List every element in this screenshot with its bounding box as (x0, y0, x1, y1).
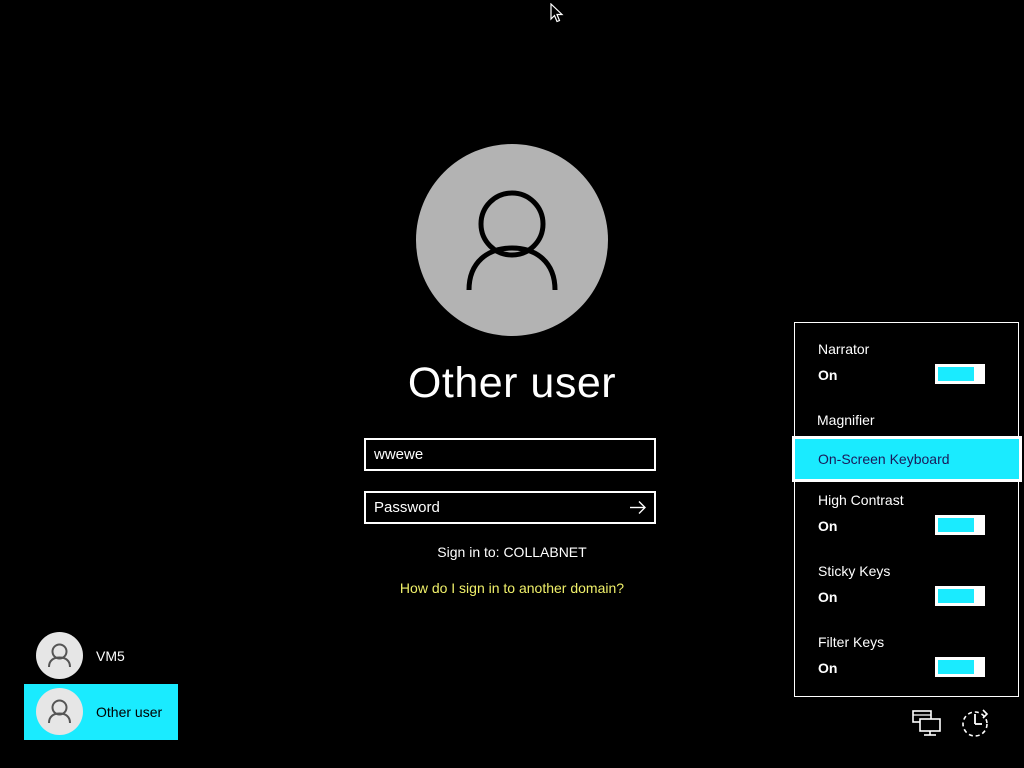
network-icon[interactable] (910, 706, 944, 740)
user-avatar-small (36, 632, 83, 679)
user-tile-label: Other user (96, 704, 163, 720)
user-tile-label: VM5 (96, 648, 125, 664)
submit-arrow-icon[interactable] (626, 496, 650, 519)
narrator-toggle[interactable] (935, 364, 985, 384)
password-field-box[interactable] (364, 491, 656, 524)
menu-item-label: High Contrast (818, 492, 904, 508)
username-field-box[interactable] (364, 438, 656, 471)
user-name-title: Other user (407, 359, 617, 407)
menu-item-narrator[interactable]: Narrator On (795, 323, 1018, 403)
user-silhouette-icon (48, 643, 71, 668)
username-input[interactable] (374, 440, 624, 469)
toggle-state-label: On (818, 518, 838, 534)
user-silhouette-icon (48, 699, 71, 724)
menu-item-sticky-keys[interactable]: Sticky Keys On (795, 554, 1018, 624)
menu-item-label: Narrator (818, 341, 870, 357)
menu-item-magnifier[interactable]: Magnifier (795, 403, 1018, 437)
menu-item-label: Magnifier (817, 412, 875, 428)
user-tile-vm5[interactable]: VM5 (24, 628, 178, 684)
high-contrast-toggle[interactable] (935, 515, 985, 535)
other-domain-link[interactable]: How do I sign in to another domain? (312, 580, 712, 596)
sticky-keys-toggle[interactable] (935, 586, 985, 606)
user-silhouette-icon (466, 190, 558, 291)
sign-in-domain-text: Sign in to: COLLABNET (437, 544, 587, 560)
user-avatar-small (36, 688, 83, 735)
lock-screen: Other user Sign in to: COLLABNET How do … (0, 0, 1024, 768)
password-input[interactable] (374, 493, 624, 522)
menu-item-filter-keys[interactable]: Filter Keys On (795, 625, 1018, 695)
user-avatar-large (416, 144, 608, 336)
menu-item-label: Filter Keys (818, 634, 885, 650)
ease-of-access-icon[interactable] (958, 706, 992, 740)
mouse-pointer-icon (550, 3, 564, 23)
toggle-state-label: On (818, 660, 838, 676)
menu-item-label: On-Screen Keyboard (818, 451, 950, 467)
toggle-state-label: On (818, 589, 838, 605)
user-tile-other-user[interactable]: Other user (24, 684, 178, 740)
toggle-state-label: On (818, 367, 838, 383)
ease-of-access-menu: Narrator On Magnifier On-Screen Keyboard… (792, 322, 1022, 697)
filter-keys-toggle[interactable] (935, 657, 985, 677)
menu-item-label: Sticky Keys (818, 563, 891, 579)
menu-item-high-contrast[interactable]: High Contrast On (795, 483, 1018, 553)
menu-item-on-screen-keyboard[interactable]: On-Screen Keyboard (792, 436, 1022, 482)
